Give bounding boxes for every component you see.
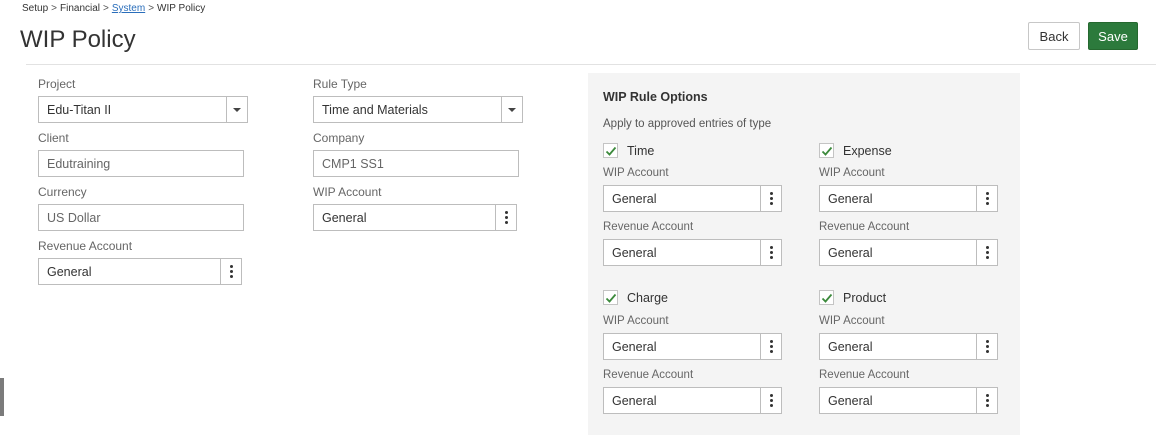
time-wip-value: General — [612, 192, 657, 206]
currency-value: US Dollar — [47, 211, 101, 225]
charge-revenue-field[interactable]: General — [603, 387, 782, 414]
breadcrumb-separator: > — [148, 3, 155, 14]
charge-checkbox[interactable]: Charge — [603, 290, 668, 305]
expense-checkbox[interactable]: Expense — [819, 143, 892, 158]
more-vertical-icon[interactable] — [976, 334, 997, 359]
more-vertical-icon[interactable] — [220, 259, 241, 284]
time-checkbox[interactable]: Time — [603, 143, 654, 158]
wip-account-label: WIP Account — [313, 185, 382, 199]
breadcrumb: Setup > Financial > System > WIP Policy — [22, 3, 205, 14]
caret-down-icon[interactable] — [501, 97, 522, 122]
currency-label: Currency — [38, 185, 87, 199]
checkmark-icon[interactable] — [603, 290, 618, 305]
time-checkbox-label: Time — [627, 143, 655, 158]
charge-wip-value: General — [612, 340, 657, 354]
revenue-account-value: General — [47, 265, 92, 279]
more-vertical-icon[interactable] — [760, 240, 781, 265]
checkmark-icon[interactable] — [603, 143, 618, 158]
expense-wip-label: WIP Account — [819, 167, 885, 179]
breadcrumb-system-link[interactable]: System — [112, 3, 145, 14]
save-button[interactable]: Save — [1088, 22, 1138, 50]
more-vertical-icon[interactable] — [495, 205, 516, 230]
checkmark-icon[interactable] — [819, 143, 834, 158]
charge-wip-label: WIP Account — [603, 315, 669, 327]
company-value: CMP1 SS1 — [322, 157, 384, 171]
wip-account-value: General — [322, 211, 367, 225]
product-wip-value: General — [828, 340, 873, 354]
back-button[interactable]: Back — [1028, 22, 1080, 50]
panel-subtitle: Apply to approved entries of type — [603, 118, 772, 130]
client-value: Edutraining — [47, 157, 111, 171]
caret-down-icon[interactable] — [226, 97, 247, 122]
currency-field[interactable]: US Dollar — [38, 204, 244, 231]
expense-wip-field[interactable]: General — [819, 185, 998, 212]
project-select[interactable]: Edu-Titan II — [38, 96, 248, 123]
wip-rule-options-panel: WIP Rule Options Apply to approved entri… — [588, 73, 1020, 435]
expense-wip-value: General — [828, 192, 873, 206]
side-panel-handle[interactable] — [0, 378, 4, 416]
client-label: Client — [38, 131, 69, 145]
revenue-account-label: Revenue Account — [38, 239, 133, 253]
more-vertical-icon[interactable] — [976, 186, 997, 211]
breadcrumb-separator: > — [103, 3, 109, 14]
checkmark-icon[interactable] — [819, 290, 834, 305]
revenue-account-field[interactable]: General — [38, 258, 242, 285]
product-revenue-label: Revenue Account — [819, 369, 910, 381]
expense-revenue-value: General — [828, 246, 873, 260]
more-vertical-icon[interactable] — [760, 388, 781, 413]
product-revenue-value: General — [828, 394, 873, 408]
product-wip-field[interactable]: General — [819, 333, 998, 360]
rule-type-label: Rule Type — [313, 77, 367, 91]
page-title: WIP Policy — [20, 26, 136, 53]
charge-checkbox-label: Charge — [627, 290, 668, 305]
product-wip-label: WIP Account — [819, 315, 885, 327]
breadcrumb-separator: > — [51, 3, 57, 14]
panel-title: WIP Rule Options — [603, 90, 708, 104]
time-wip-label: WIP Account — [603, 167, 669, 179]
expense-revenue-field[interactable]: General — [819, 239, 998, 266]
time-wip-field[interactable]: General — [603, 185, 782, 212]
charge-wip-field[interactable]: General — [603, 333, 782, 360]
product-checkbox-label: Product — [843, 290, 887, 305]
rule-type-value: Time and Materials — [322, 103, 428, 117]
project-label: Project — [38, 77, 76, 91]
time-revenue-value: General — [612, 246, 657, 260]
client-field[interactable]: Edutraining — [38, 150, 244, 177]
time-revenue-field[interactable]: General — [603, 239, 782, 266]
more-vertical-icon[interactable] — [760, 334, 781, 359]
charge-revenue-value: General — [612, 394, 657, 408]
rule-type-select[interactable]: Time and Materials — [313, 96, 523, 123]
product-checkbox[interactable]: Product — [819, 290, 886, 305]
header-divider — [26, 64, 1156, 65]
expense-revenue-label: Revenue Account — [819, 221, 910, 233]
more-vertical-icon[interactable] — [976, 240, 997, 265]
wip-account-field[interactable]: General — [313, 204, 517, 231]
charge-revenue-label: Revenue Account — [603, 369, 694, 381]
time-revenue-label: Revenue Account — [603, 221, 694, 233]
product-revenue-field[interactable]: General — [819, 387, 998, 414]
more-vertical-icon[interactable] — [976, 388, 997, 413]
company-field[interactable]: CMP1 SS1 — [313, 150, 519, 177]
breadcrumb-setup[interactable]: Setup — [22, 3, 48, 14]
expense-checkbox-label: Expense — [843, 143, 892, 158]
breadcrumb-current: WIP Policy — [157, 3, 206, 14]
company-label: Company — [313, 131, 365, 145]
project-value: Edu-Titan II — [47, 103, 112, 117]
breadcrumb-financial[interactable]: Financial — [60, 3, 100, 14]
more-vertical-icon[interactable] — [760, 186, 781, 211]
